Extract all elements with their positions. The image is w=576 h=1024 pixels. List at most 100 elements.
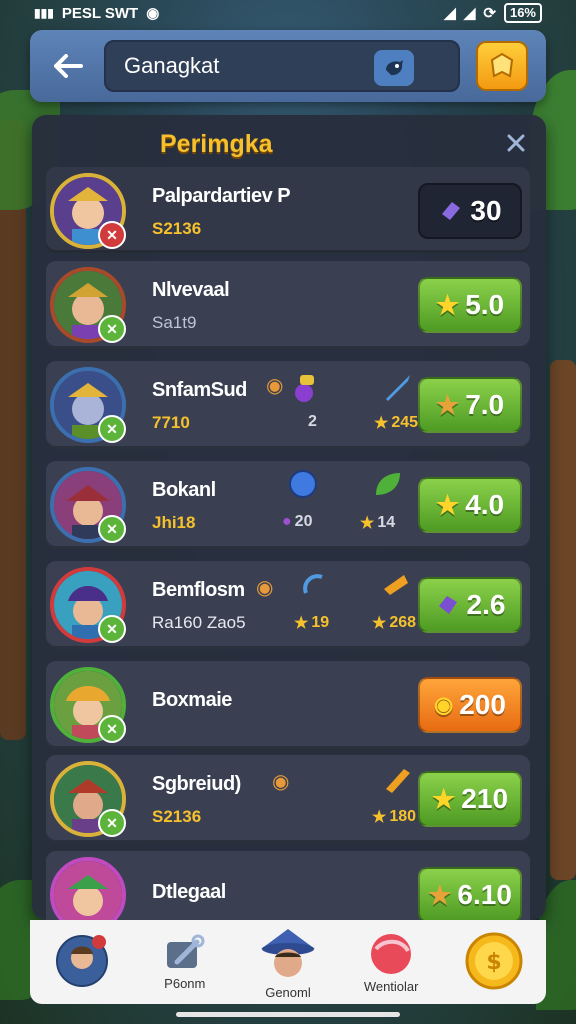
notification-icon: ◉ bbox=[146, 5, 160, 22]
nav-label: Genoml bbox=[265, 984, 311, 1000]
nav-ventilator[interactable]: Wentiolar bbox=[341, 920, 441, 1004]
panel-title: Perimgka bbox=[160, 130, 273, 158]
coin-icon: $ bbox=[465, 932, 523, 990]
leaderboard-row[interactable]: ✕ Bemflosm ◉ Ra160 Zao5 ★ 19 ★ 268 2.6 bbox=[46, 561, 530, 649]
cell-icon: ◢ bbox=[463, 5, 476, 22]
stat-two: ★ 268 bbox=[372, 614, 417, 632]
player-name: Bokanl bbox=[152, 479, 216, 501]
star-icon: ★ bbox=[431, 783, 456, 814]
score-badge[interactable]: ★ 5.0 bbox=[418, 277, 522, 333]
wifi-icon: ◢ bbox=[444, 5, 456, 22]
search-input[interactable]: Ganagkat bbox=[104, 40, 460, 92]
rank-badge-icon: ✕ bbox=[98, 809, 126, 837]
player-id: 7710 bbox=[152, 413, 190, 432]
player-id: Ra160 Zao5 bbox=[152, 613, 246, 632]
leaderboard-row[interactable]: ✕ Palpardartiev P S2136 30 bbox=[46, 167, 530, 253]
stat-one: 2 bbox=[308, 413, 317, 430]
stat-two: ★ 180 bbox=[372, 808, 417, 826]
player-name: Dtlegaal bbox=[152, 881, 226, 903]
horn-icon bbox=[386, 769, 410, 793]
medal-icon: ◉ bbox=[272, 771, 290, 793]
player-name: Palpardartiev P bbox=[152, 185, 291, 207]
hook-icon bbox=[303, 574, 323, 594]
leaderboard-row[interactable]: ✕ SnfamSud ◉ 7710 2 ★ 245 ★ 7.0 bbox=[46, 361, 530, 449]
score-value: 200 bbox=[459, 689, 506, 720]
gem-icon bbox=[438, 596, 457, 614]
horn-icon bbox=[384, 575, 408, 595]
score-value: 7.0 bbox=[465, 389, 505, 420]
score-value: 6.10 bbox=[457, 879, 512, 910]
rewards-button[interactable] bbox=[476, 41, 528, 91]
score-value: 2.6 bbox=[466, 589, 506, 620]
leaderboard-panel: Perimgka ✕ Palpardartiev P S2136 30 ✕ Nl… bbox=[32, 115, 546, 920]
score-badge[interactable]: ★ 7.0 bbox=[418, 377, 522, 433]
back-arrow-icon bbox=[54, 54, 83, 78]
rank-badge-icon: ✕ bbox=[98, 221, 126, 249]
score-badge[interactable]: ★ 6.10 bbox=[418, 867, 522, 920]
player-name: Boxmaie bbox=[152, 689, 232, 711]
nav-coins[interactable]: $ bbox=[444, 920, 544, 1004]
sword-icon bbox=[386, 375, 410, 401]
leaderboard-row[interactable]: ✕ Boxmaie ◉ 200 bbox=[46, 661, 530, 749]
rank-badge-icon: ✕ bbox=[98, 515, 126, 543]
player-name: Nlvevaal bbox=[152, 279, 230, 301]
rank-badge-icon: ✕ bbox=[98, 615, 126, 643]
search-button[interactable] bbox=[374, 50, 414, 86]
player-name: Sgbreiud) bbox=[152, 773, 241, 795]
leaderboard-row[interactable]: ✕ Bokanl Jhi18 ● 20 ★ 14 ★ 4.0 bbox=[46, 461, 530, 549]
medal-icon: ◉ bbox=[256, 577, 274, 599]
orb-icon bbox=[371, 933, 412, 974]
score-badge[interactable]: ★ 210 bbox=[418, 771, 522, 827]
score-badge[interactable]: 30 bbox=[418, 183, 522, 239]
nav-profile[interactable] bbox=[32, 920, 132, 1004]
status-right: ◢ ◢ ⟳ 16% bbox=[444, 3, 542, 23]
rank-badge-icon: ✕ bbox=[98, 415, 126, 443]
nav-character[interactable]: Genoml bbox=[238, 920, 338, 1004]
close-button[interactable] bbox=[502, 129, 530, 157]
stat-two: ★ 14 bbox=[360, 514, 396, 532]
score-badge[interactable]: ◉ 200 bbox=[418, 677, 522, 733]
star-icon: ★ bbox=[294, 615, 309, 632]
leaderboard-row[interactable]: ✕ Sgbreiud) ◉ S2136 ★ 180 ★ 210 bbox=[46, 755, 530, 843]
score-badge[interactable]: 2.6 bbox=[418, 577, 522, 633]
back-button[interactable] bbox=[48, 46, 88, 86]
score-value: 210 bbox=[461, 783, 509, 814]
nav-label: Wentiolar bbox=[363, 978, 419, 994]
leaderboard-row[interactable]: Dtlegaal ★ 6.10 bbox=[46, 851, 530, 920]
player-name: Bemflosm bbox=[152, 579, 245, 601]
score-value: 5.0 bbox=[465, 289, 505, 320]
status-left: ▮▮▮ PESL SWT ◉ bbox=[34, 4, 160, 23]
rank-badge-icon: ✕ bbox=[98, 315, 126, 343]
top-bar: Ganagkat bbox=[30, 30, 546, 102]
home-indicator[interactable] bbox=[176, 1012, 400, 1017]
svg-text:$: $ bbox=[487, 950, 502, 975]
star-icon: ★ bbox=[374, 415, 389, 432]
status-bar: ▮▮▮ PESL SWT ◉ ◢ ◢ ⟳ 16% bbox=[0, 0, 576, 26]
rank-badge-icon: ✕ bbox=[98, 715, 126, 743]
medal-icon: ◉ bbox=[266, 375, 284, 397]
stat-two: ★ 245 bbox=[374, 414, 419, 432]
badge-icon bbox=[490, 52, 514, 78]
player-name: SnfamSud bbox=[152, 379, 247, 401]
player-id: S2136 bbox=[152, 807, 202, 826]
sync-icon: ⟳ bbox=[483, 5, 496, 22]
search-value: Ganagkat bbox=[124, 53, 220, 78]
nav-label: P6onm bbox=[164, 975, 206, 991]
stat-one: ● 20 bbox=[282, 513, 313, 530]
player-id: Jhi18 bbox=[152, 513, 196, 532]
battery-indicator: 16% bbox=[503, 3, 542, 23]
profile-avatar-icon bbox=[55, 935, 108, 987]
player-id: S2136 bbox=[152, 219, 202, 238]
score-badge[interactable]: ★ 4.0 bbox=[418, 477, 522, 533]
score-value: 4.0 bbox=[465, 489, 505, 520]
star-icon: ★ bbox=[435, 489, 460, 520]
wrench-icon bbox=[166, 934, 205, 968]
stat-one: ★ 19 bbox=[294, 614, 330, 632]
star-icon: ★ bbox=[360, 515, 375, 532]
nav-tools[interactable]: P6onm bbox=[135, 920, 235, 1004]
avatar bbox=[50, 857, 126, 920]
leaderboard-row[interactable]: ✕ Nlvevaal Sa1t9 ★ 5.0 bbox=[46, 261, 530, 349]
star-icon: ★ bbox=[372, 615, 387, 632]
star-icon: ★ bbox=[435, 389, 460, 420]
potion-icon bbox=[295, 375, 314, 402]
